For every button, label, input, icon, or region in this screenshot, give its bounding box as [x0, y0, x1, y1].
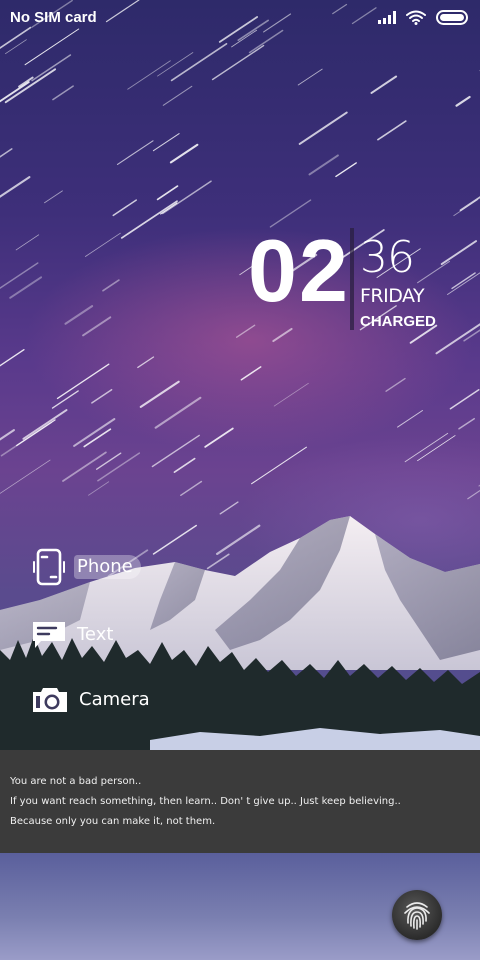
star-trail: [83, 428, 112, 448]
star-trail: [377, 120, 407, 141]
star-trail: [120, 200, 178, 239]
fingerprint-icon: [404, 902, 430, 930]
star-trail: [385, 377, 406, 392]
star-trail: [15, 234, 40, 251]
star-trail: [370, 75, 398, 94]
battery-icon: [436, 9, 468, 25]
star-trail: [417, 435, 456, 462]
text-shortcut-label: Text: [77, 624, 114, 645]
star-trail: [152, 133, 180, 152]
camera-icon: [33, 688, 67, 712]
camera-shortcut[interactable]: Camera: [32, 686, 158, 714]
status-bar: No SIM card: [0, 0, 480, 34]
star-trail: [455, 95, 471, 107]
phone-shortcut-label: Phone: [74, 555, 141, 579]
quote-panel: You are not a bad person.. If you want r…: [0, 750, 480, 853]
star-trail: [24, 28, 80, 66]
star-trail: [0, 459, 51, 494]
star-trail: [154, 396, 202, 429]
phone-shortcut[interactable]: Phone: [32, 548, 141, 586]
fingerprint-button[interactable]: [392, 890, 442, 940]
camera-shortcut-label: Camera: [79, 689, 150, 710]
star-trail: [82, 316, 112, 337]
star-trail: [139, 380, 180, 408]
star-trail: [31, 54, 72, 82]
clock-widget: 02 36 FRIDAY CHARGED: [248, 221, 438, 338]
star-trail: [64, 305, 94, 325]
star-trail: [162, 85, 193, 106]
carrier-label: No SIM card: [10, 8, 97, 26]
star-trail: [16, 419, 56, 447]
star-trail: [97, 452, 141, 482]
star-trail: [173, 457, 196, 474]
star-trail: [116, 140, 154, 165]
star-trail: [169, 143, 199, 164]
star-trail: [467, 489, 480, 500]
star-trail: [297, 68, 323, 86]
star-trail: [162, 180, 212, 215]
clock-minute: 36: [360, 232, 415, 283]
charge-status: CHARGED: [360, 313, 436, 330]
star-trail: [85, 232, 121, 257]
star-trail: [0, 176, 31, 198]
star-trail: [0, 349, 25, 367]
star-trail: [211, 44, 265, 81]
quote-line: You are not a bad person..: [10, 776, 142, 787]
star-trail: [458, 417, 475, 430]
text-shortcut[interactable]: Text: [32, 620, 121, 650]
star-trail: [56, 363, 110, 400]
lock-screen: No SIM card 02 36 FRIDAY CHARGED Phone T…: [0, 0, 480, 960]
star-trail: [88, 481, 110, 496]
star-trail: [151, 434, 200, 468]
star-trail: [397, 410, 423, 428]
star-trail: [9, 276, 43, 299]
clock-hour: 02: [248, 221, 350, 320]
star-trail: [273, 382, 309, 407]
star-trail: [0, 81, 30, 103]
star-trail: [251, 446, 307, 485]
star-trail: [451, 272, 476, 290]
star-trail: [308, 154, 339, 176]
star-trail: [73, 418, 116, 447]
star-trail: [44, 190, 63, 204]
star-trail: [156, 185, 179, 201]
star-trail: [240, 366, 262, 381]
star-trail: [102, 279, 120, 292]
quote-line: Because only you can make it, not them.: [10, 816, 216, 827]
star-trail: [4, 68, 57, 104]
phone-icon: [33, 548, 65, 586]
clock-divider: [350, 228, 354, 330]
star-trail: [112, 199, 137, 217]
star-trail: [91, 388, 113, 404]
star-trail: [157, 52, 194, 77]
message-icon: [33, 622, 65, 648]
star-trail: [298, 111, 348, 145]
star-trail: [404, 432, 449, 463]
star-trail: [0, 148, 13, 158]
star-trail: [22, 409, 68, 440]
status-icons: [378, 9, 468, 25]
star-trail: [127, 60, 171, 90]
star-trail: [335, 162, 357, 178]
star-trail: [463, 329, 480, 342]
signal-icon: [378, 10, 396, 24]
star-trail: [447, 272, 480, 295]
star-trail: [180, 480, 203, 496]
wifi-icon: [406, 10, 426, 25]
star-trail: [449, 389, 480, 410]
star-trail: [204, 427, 234, 448]
star-trail: [0, 262, 39, 289]
quote-line: If you want reach something, then learn.…: [10, 796, 401, 807]
star-trail: [440, 240, 478, 266]
clock-weekday: FRIDAY: [360, 285, 425, 307]
star-trail: [52, 85, 74, 101]
star-trail: [137, 356, 155, 369]
